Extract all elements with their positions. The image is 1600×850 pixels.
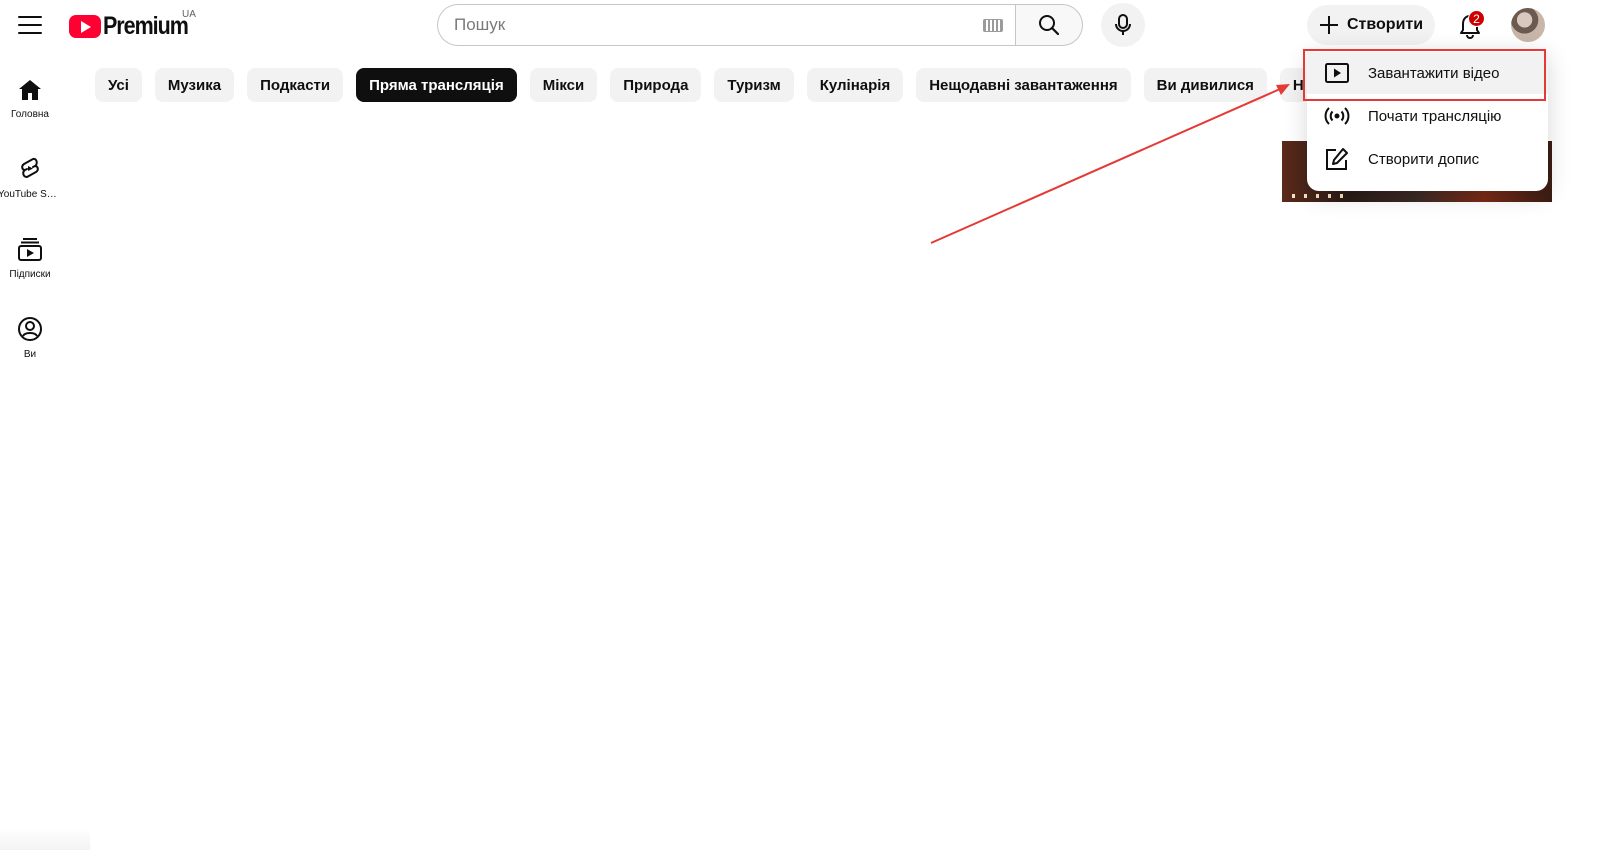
menu-item-go-live[interactable]: Почати трансляцію: [1307, 95, 1548, 137]
menu-item-label: Створити допис: [1368, 150, 1480, 168]
country-code: UA: [182, 9, 196, 20]
scroll-edge: [0, 828, 90, 850]
subscriptions-icon: [18, 238, 42, 261]
create-button-label: Створити: [1347, 16, 1424, 33]
plus-icon: [1320, 16, 1338, 34]
guide-item-home[interactable]: Головна: [0, 78, 60, 120]
chip-tourism[interactable]: Туризм: [714, 68, 794, 102]
chip-music[interactable]: Музика: [154, 68, 235, 102]
voice-search-button[interactable]: [1101, 3, 1145, 47]
search-box: [437, 4, 1015, 46]
chip-nature[interactable]: Природа: [610, 68, 702, 102]
chip-watched[interactable]: Ви дивилися: [1143, 68, 1267, 102]
guide-item-label: Підписки: [9, 269, 51, 280]
guide-item-subscriptions[interactable]: Підписки: [0, 236, 60, 280]
menu-item-label: Почати трансляцію: [1368, 107, 1502, 125]
guide-item-shorts[interactable]: YouTube Shorts: [0, 156, 62, 200]
guide-item-label: Головна: [11, 109, 49, 120]
chip-bar: Усі Музика Подкасти Пряма трансляція Мік…: [95, 68, 1305, 102]
annotation-highlight-box: [1303, 49, 1546, 101]
microphone-icon: [1115, 14, 1131, 35]
guide-item-you[interactable]: Ви: [0, 316, 60, 360]
shorts-icon: [21, 157, 39, 178]
menu-item-create-post[interactable]: Створити допис: [1307, 138, 1548, 180]
search-input[interactable]: [454, 15, 954, 35]
guide-item-label: YouTube Shorts: [0, 189, 62, 200]
chip-podcasts[interactable]: Подкасти: [247, 68, 344, 102]
you-icon: [18, 317, 42, 341]
chip-live[interactable]: Пряма трансляція: [356, 68, 517, 102]
home-icon: [19, 80, 41, 100]
chip-cooking[interactable]: Кулінарія: [806, 68, 904, 102]
youtube-play-icon: [69, 15, 101, 38]
search-button[interactable]: [1015, 4, 1083, 46]
edit-post-icon: [1326, 148, 1348, 170]
broadcast-icon: [1324, 107, 1350, 125]
youtube-home-page: Premium UA Створити 2: [0, 0, 1600, 850]
create-button[interactable]: Створити: [1307, 5, 1435, 45]
chip-recently-uploaded[interactable]: Нещодавні завантаження: [916, 68, 1131, 102]
notification-badge: 2: [1468, 10, 1485, 27]
chip-mixes[interactable]: Мікси: [529, 68, 598, 102]
avatar[interactable]: [1511, 8, 1545, 42]
chip-new[interactable]: Нови: [1279, 68, 1305, 102]
logo-text: Premium: [103, 12, 189, 40]
menu-icon[interactable]: [17, 14, 43, 36]
guide-item-label: Ви: [23, 349, 37, 360]
search-icon: [1039, 15, 1060, 36]
keyboard-icon[interactable]: [983, 19, 1003, 32]
chip-all[interactable]: Усі: [95, 68, 142, 102]
